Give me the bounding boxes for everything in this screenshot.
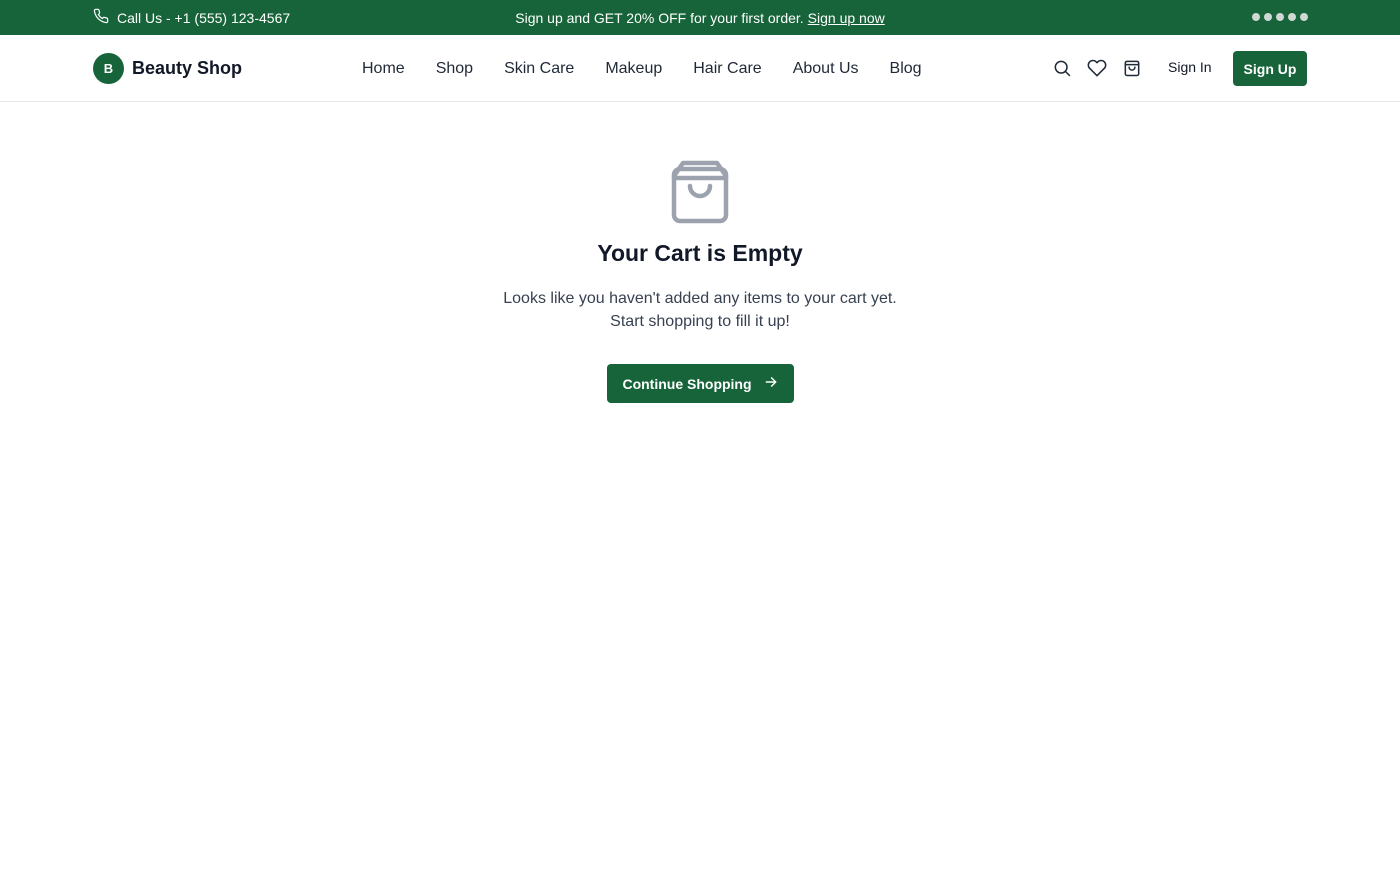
more-dots[interactable]: [1252, 13, 1308, 21]
heart-icon[interactable]: [1087, 58, 1107, 78]
brand-name: Beauty Shop: [132, 57, 243, 78]
promo-text: Sign up and GET 20% OFF for your first o…: [515, 9, 804, 26]
dot: [1288, 13, 1296, 21]
dot: [1252, 13, 1260, 21]
nav-shop[interactable]: Shop: [436, 60, 473, 78]
header-icons: [1052, 58, 1142, 78]
sign-in-button[interactable]: Sign In: [1168, 59, 1212, 75]
shopping-bag-icon: [671, 160, 729, 224]
sign-up-button[interactable]: Sign Up: [1233, 51, 1307, 86]
site-header: B Beauty Shop Home Shop Skin Care Makeup…: [0, 35, 1400, 102]
dot: [1276, 13, 1284, 21]
nav-hair-care[interactable]: Hair Care: [693, 60, 761, 78]
announcement-bar: Call Us - +1 (555) 123-4567 Sign up and …: [0, 0, 1400, 35]
call-us-text: Call Us - +1 (555) 123-4567: [117, 9, 291, 26]
main-nav: Home Shop Skin Care Makeup Hair Care Abo…: [362, 35, 922, 102]
empty-cart-message: Looks like you haven't added any items t…: [503, 287, 897, 333]
search-icon[interactable]: [1052, 58, 1072, 78]
call-us[interactable]: Call Us - +1 (555) 123-4567: [93, 0, 290, 35]
dot: [1264, 13, 1272, 21]
dot: [1300, 13, 1308, 21]
empty-cart-message-line1: Looks like you haven't added any items t…: [503, 290, 897, 307]
logo-badge: B: [93, 52, 124, 84]
nav-skin-care[interactable]: Skin Care: [504, 60, 574, 78]
arrow-right-icon: [764, 375, 778, 392]
empty-cart-title: Your Cart is Empty: [597, 240, 803, 266]
empty-cart: Your Cart is Empty Looks like you haven'…: [0, 160, 1400, 403]
nav-blog[interactable]: Blog: [890, 60, 922, 78]
continue-shopping-button[interactable]: Continue Shopping: [606, 364, 794, 403]
phone-icon: [93, 8, 109, 27]
nav-about-us[interactable]: About Us: [793, 60, 859, 78]
nav-makeup[interactable]: Makeup: [605, 60, 662, 78]
cart-icon[interactable]: [1122, 58, 1142, 78]
nav-home[interactable]: Home: [362, 60, 405, 78]
continue-shopping-label: Continue Shopping: [622, 375, 752, 392]
brand-logo[interactable]: B Beauty Shop: [93, 52, 242, 84]
promo-signup-link[interactable]: Sign up now: [808, 10, 885, 26]
empty-cart-message-line2: Start shopping to fill it up!: [610, 313, 790, 330]
